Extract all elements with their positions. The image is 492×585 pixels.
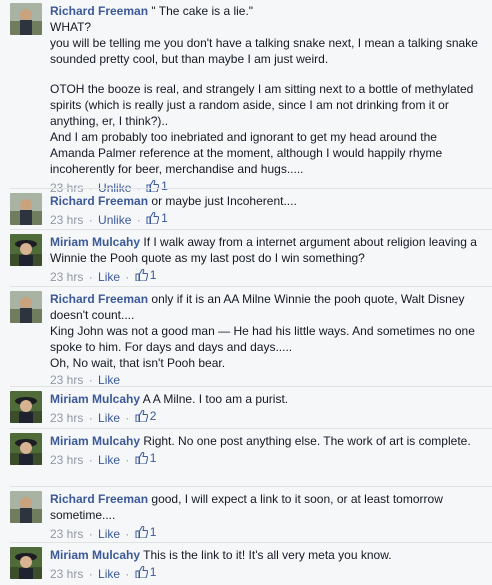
avatar[interactable] bbox=[10, 491, 42, 523]
author-name-link[interactable]: Richard Freeman bbox=[50, 194, 148, 208]
like-toggle-button[interactable]: Like bbox=[98, 270, 120, 284]
like-toggle-button[interactable]: Like bbox=[98, 527, 120, 541]
like-count-link[interactable]: 1 bbox=[146, 210, 168, 226]
like-count-link[interactable]: 1 bbox=[135, 450, 157, 466]
profile-photo-miriam-icon bbox=[10, 234, 42, 266]
timestamp[interactable]: 23 hrs bbox=[50, 411, 83, 425]
like-count-link[interactable]: 2 bbox=[135, 408, 157, 424]
like-count-link[interactable]: 1 bbox=[146, 178, 168, 194]
thumbs-up-icon bbox=[135, 566, 148, 578]
thumbs-up-icon bbox=[135, 269, 148, 281]
author-name-link[interactable]: Miriam Mulcahy bbox=[50, 548, 140, 562]
timestamp[interactable]: 23 hrs bbox=[50, 213, 83, 227]
comment-text: " The cake is a lie." bbox=[151, 4, 254, 18]
like-count: 1 bbox=[149, 525, 157, 539]
like-count: 2 bbox=[149, 409, 157, 423]
author-name-link[interactable]: Richard Freeman bbox=[50, 492, 148, 506]
author-name-link[interactable]: Miriam Mulcahy bbox=[50, 392, 140, 406]
like-count: 1 bbox=[149, 268, 157, 282]
comment-text: Oh, No wait, that isn't Pooh bear. bbox=[50, 356, 226, 370]
comment-text: A A Milne. I too am a purist. bbox=[142, 392, 289, 406]
like-toggle-button[interactable]: Like bbox=[98, 411, 120, 425]
like-count-link[interactable]: 1 bbox=[135, 267, 157, 283]
timestamp[interactable]: 23 hrs bbox=[50, 270, 83, 284]
thumbs-up-icon bbox=[135, 452, 148, 464]
profile-photo-miriam-icon bbox=[10, 391, 42, 423]
comment-text: OTOH the booze is real, and strangely I … bbox=[50, 82, 474, 128]
comment-meta: 23 hrs · Like · 2 bbox=[50, 408, 157, 425]
like-toggle-button[interactable]: Like bbox=[98, 453, 120, 467]
profile-photo-miriam-icon bbox=[10, 433, 42, 465]
author-name-link[interactable]: Miriam Mulcahy bbox=[50, 434, 140, 448]
profile-photo-richard-icon bbox=[10, 291, 42, 323]
profile-photo-miriam-icon bbox=[10, 547, 42, 579]
like-count-link[interactable]: 1 bbox=[135, 564, 157, 580]
timestamp[interactable]: 23 hrs bbox=[50, 453, 83, 467]
comment-text: And I am probably too inebriated and ign… bbox=[50, 130, 443, 176]
comment-meta: 23 hrs · Like · 1 bbox=[50, 267, 157, 284]
comment-text: King John was not a good man — He had hi… bbox=[50, 324, 475, 354]
like-count: 1 bbox=[149, 565, 157, 579]
comment-text: This is the link to it! It's all very me… bbox=[143, 548, 392, 562]
timestamp[interactable]: 23 hrs bbox=[50, 567, 83, 581]
like-count-link[interactable]: 1 bbox=[135, 524, 157, 540]
like-toggle-button[interactable]: Unlike bbox=[98, 213, 131, 227]
thumbs-up-icon bbox=[135, 410, 148, 422]
author-name-link[interactable]: Miriam Mulcahy bbox=[50, 235, 140, 249]
avatar[interactable] bbox=[10, 3, 42, 35]
comment-meta: 23 hrs · Like · 1 bbox=[50, 524, 157, 541]
avatar[interactable] bbox=[10, 547, 42, 579]
comment-meta: 23 hrs · Like · 1 bbox=[50, 564, 157, 581]
like-count: 1 bbox=[161, 211, 168, 225]
like-count: 1 bbox=[161, 179, 168, 193]
thumbs-up-icon bbox=[146, 180, 160, 192]
comment-text: WHAT? bbox=[50, 20, 92, 34]
comment-meta: 23 hrs · Like · 1 bbox=[50, 450, 157, 467]
profile-photo-richard-icon bbox=[10, 3, 42, 35]
profile-photo-richard-icon bbox=[10, 193, 42, 225]
avatar[interactable] bbox=[10, 193, 42, 225]
like-count: 1 bbox=[149, 451, 157, 465]
avatar[interactable] bbox=[10, 433, 42, 465]
comment-text: or maybe just Incoherent.... bbox=[151, 194, 297, 208]
like-toggle-button[interactable]: Like bbox=[98, 567, 120, 581]
avatar[interactable] bbox=[10, 291, 42, 323]
thumbs-up-icon bbox=[135, 526, 148, 538]
author-name-link[interactable]: Richard Freeman bbox=[50, 292, 148, 306]
comment-text: you will be telling me you don't have a … bbox=[50, 36, 478, 66]
comment-meta: 23 hrs · Unlike · 1 bbox=[50, 210, 168, 227]
avatar[interactable] bbox=[10, 234, 42, 266]
author-name-link[interactable]: Richard Freeman bbox=[50, 4, 148, 18]
profile-photo-richard-icon bbox=[10, 491, 42, 523]
comment-text: Right. No one post anything else. The wo… bbox=[143, 434, 471, 448]
thumbs-up-icon bbox=[146, 212, 160, 224]
comment-thread: Richard Freeman " The cake is a lie." WH… bbox=[0, 0, 492, 585]
like-toggle-button[interactable]: Like bbox=[98, 373, 120, 387]
avatar[interactable] bbox=[10, 391, 42, 423]
timestamp[interactable]: 23 hrs bbox=[50, 527, 83, 541]
timestamp[interactable]: 23 hrs bbox=[50, 373, 83, 387]
